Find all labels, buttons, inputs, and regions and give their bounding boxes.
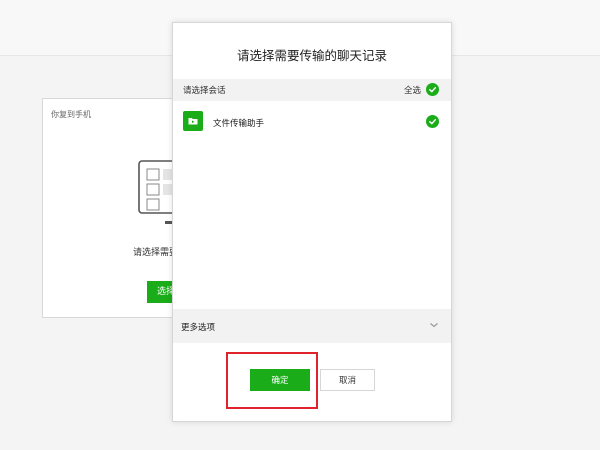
backup-window-title: 你复到手机 [51,110,91,119]
section-header: 请选择会话 全选 [173,79,451,101]
select-chat-history-dialog: 请选择需要传输的聊天记录 请选择会话 全选 文件传输助手 更多选项 确定 取消 [172,22,452,422]
chat-selected-check-icon[interactable] [426,115,439,128]
list-item[interactable]: 文件传输助手 [173,111,451,135]
folder-icon [183,111,203,131]
select-all-check-icon[interactable] [426,83,439,96]
chevron-down-icon [430,323,438,328]
more-options-label: 更多选项 [181,323,216,333]
confirm-button[interactable]: 确定 [250,369,310,391]
select-conversation-label: 请选择会话 [183,86,226,96]
dialog-title: 请选择需要传输的聊天记录 [236,48,387,63]
select-all-label[interactable]: 全选 [404,84,421,96]
chat-list: 文件传输助手 [173,103,451,307]
chat-name: 文件传输助手 [213,119,265,129]
cancel-button[interactable]: 取消 [320,369,375,391]
more-options-row[interactable]: 更多选项 [173,309,451,343]
